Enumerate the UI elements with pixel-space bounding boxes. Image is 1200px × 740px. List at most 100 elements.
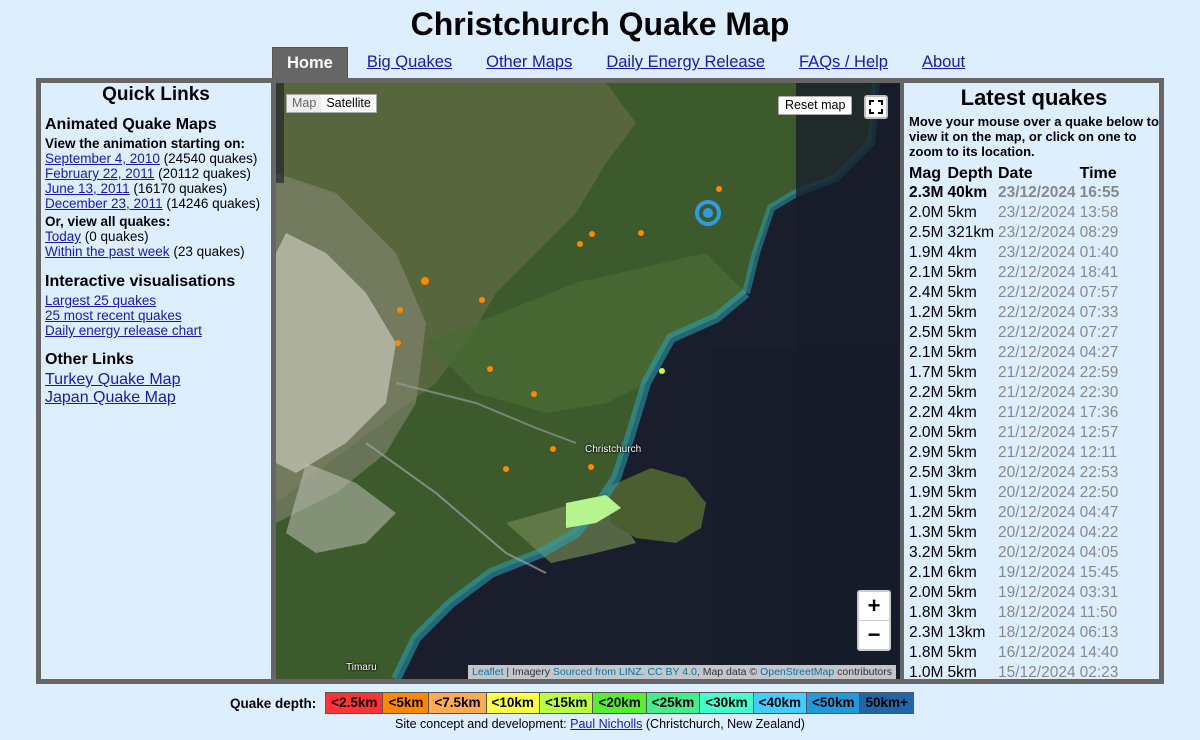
quake-depth: 5km (947, 344, 977, 361)
tab-faqs-help[interactable]: FAQs / Help (784, 47, 903, 79)
quake-row[interactable]: 2.0M 5km 21/12/2024 12:57 (909, 423, 1123, 443)
animation-link-jun-2011[interactable]: June 13, 2011 (45, 181, 130, 196)
zoom-out-button[interactable]: − (859, 621, 889, 649)
quake-date: 23/12/2024 (998, 204, 1076, 221)
quake-date: 23/12/2024 (998, 184, 1076, 201)
quake-depth: 3km (947, 464, 977, 481)
tab-home[interactable]: Home (272, 47, 348, 79)
tab-daily-energy-release[interactable]: Daily Energy Release (591, 47, 780, 79)
quake-mag: 2.2M (909, 404, 944, 421)
quake-time: 07:27 (1079, 324, 1119, 341)
quake-row[interactable]: 1.8M 5km 16/12/2024 14:40 (909, 643, 1123, 663)
quake-mag: 1.9M (909, 244, 944, 261)
quake-date: 21/12/2024 (998, 424, 1076, 441)
quake-row[interactable]: 1.8M 3km 18/12/2024 11:50 (909, 603, 1123, 623)
map-label-christchurch: Christchurch (585, 444, 642, 455)
quake-row[interactable]: 2.1M 5km 22/12/2024 18:41 (909, 263, 1123, 283)
quake-row[interactable]: 1.9M 5km 20/12/2024 22:50 (909, 483, 1123, 503)
quake-depth: 13km (947, 624, 986, 641)
osm-link[interactable]: OpenStreetMap (760, 666, 834, 678)
reset-map-button[interactable]: Reset map (778, 96, 853, 115)
quake-time: 06:13 (1079, 624, 1119, 641)
quake-map[interactable]: Christchurch Timaru Map Satellite Reset … (276, 83, 900, 679)
depth-swatch: <20km (592, 692, 647, 714)
quake-date: 20/12/2024 (998, 544, 1076, 561)
depth-swatch: <15km (538, 692, 594, 714)
quake-date: 22/12/2024 (998, 344, 1076, 361)
quake-row[interactable]: 1.2M 5km 20/12/2024 04:47 (909, 503, 1123, 523)
leaflet-link[interactable]: Leaflet (472, 666, 504, 678)
quake-depth: 5km (947, 584, 977, 601)
quake-time: 12:57 (1079, 424, 1119, 441)
view-today-link[interactable]: Today (45, 229, 81, 244)
map-type-satellite-button[interactable]: Satellite (321, 95, 375, 112)
site-footer: Site concept and development: Paul Nicho… (395, 717, 805, 731)
japan-map-link[interactable]: Japan Quake Map (45, 389, 176, 406)
quake-row[interactable]: 1.9M 4km 23/12/2024 01:40 (909, 243, 1123, 263)
quake-row[interactable]: 2.4M 5km 22/12/2024 07:57 (909, 283, 1123, 303)
quake-mag: 1.2M (909, 304, 944, 321)
quake-row[interactable]: 2.1M 5km 22/12/2024 04:27 (909, 343, 1123, 363)
animation-link-feb-2011[interactable]: February 22, 2011 (45, 166, 154, 181)
quake-time: 16:55 (1079, 184, 1120, 201)
quake-count: (24540 quakes) (163, 151, 258, 166)
quake-row[interactable]: 2.2M 5km 21/12/2024 22:30 (909, 383, 1123, 403)
author-link[interactable]: Paul Nicholls (570, 717, 642, 731)
latest-quakes-heading: Latest quakes (960, 85, 1108, 110)
quake-depth: 5km (947, 384, 977, 401)
quake-depth: 5km (947, 544, 977, 561)
quake-count: (16170 quakes) (133, 181, 228, 196)
fullscreen-icon[interactable] (864, 95, 888, 119)
linz-link[interactable]: Sourced from LINZ. CC BY 4.0 (553, 666, 697, 678)
tab-about[interactable]: About (907, 47, 980, 79)
quake-row[interactable]: 2.3M 40km 23/12/2024 16:55 (909, 183, 1123, 203)
quake-row[interactable]: 2.5M 3km 20/12/2024 22:53 (909, 463, 1123, 483)
quake-row[interactable]: 2.3M 13km 18/12/2024 06:13 (909, 623, 1123, 643)
quake-count: (23 quakes) (173, 244, 245, 259)
largest-25-link[interactable]: Largest 25 quakes (45, 293, 156, 308)
quake-time: 22:50 (1079, 484, 1119, 501)
depth-swatch: 50km+ (859, 692, 914, 714)
quake-date: 20/12/2024 (998, 464, 1076, 481)
other-links-heading: Other Links (45, 351, 134, 368)
quake-row[interactable]: 2.0M 5km 23/12/2024 13:58 (909, 203, 1123, 223)
quake-mag: 2.0M (909, 424, 944, 441)
quake-depth: 5km (947, 304, 977, 321)
tab-big-quakes[interactable]: Big Quakes (352, 47, 467, 79)
quake-mag: 1.7M (909, 364, 944, 381)
animation-link-dec-2011[interactable]: December 23, 2011 (45, 196, 163, 211)
animation-link-sep-2010[interactable]: September 4, 2010 (45, 151, 160, 166)
quake-mag: 1.9M (909, 484, 944, 501)
quake-row[interactable]: 2.5M 321km 23/12/2024 08:29 (909, 223, 1123, 243)
quake-row[interactable]: 2.1M 6km 19/12/2024 15:45 (909, 563, 1123, 583)
visualisations-heading: Interactive visualisations (45, 273, 236, 290)
quake-row[interactable]: 1.2M 5km 22/12/2024 07:33 (909, 303, 1123, 323)
animation-item: February 22, 2011 (20112 quakes) (45, 166, 267, 181)
quake-row[interactable]: 1.0M 5km 15/12/2024 02:23 (909, 663, 1123, 679)
view-past-week-link[interactable]: Within the past week (45, 244, 170, 259)
quake-row[interactable]: 3.2M 5km 20/12/2024 04:05 (909, 543, 1123, 563)
quake-row[interactable]: 2.5M 5km 22/12/2024 07:27 (909, 323, 1123, 343)
map-type-map-button[interactable]: Map (287, 95, 322, 112)
quake-depth: 5km (947, 644, 977, 661)
latest-quakes-intro: Move your mouse over a quake below to vi… (909, 114, 1159, 159)
quake-time: 08:29 (1079, 224, 1119, 241)
quake-date: 22/12/2024 (998, 284, 1076, 301)
energy-chart-link[interactable]: Daily energy release chart (45, 323, 202, 338)
recent-25-link[interactable]: 25 most recent quakes (45, 308, 182, 323)
animation-item: September 4, 2010 (24540 quakes) (45, 151, 267, 166)
quake-row[interactable]: 2.2M 4km 21/12/2024 17:36 (909, 403, 1123, 423)
turkey-map-link[interactable]: Turkey Quake Map (45, 371, 180, 388)
view-all-item: Within the past week (23 quakes) (45, 244, 267, 259)
col-depth: Depth (947, 164, 993, 182)
quake-row[interactable]: 1.3M 5km 20/12/2024 04:22 (909, 523, 1123, 543)
quake-mag: 2.1M (909, 564, 944, 581)
quake-row[interactable]: 2.9M 5km 21/12/2024 12:11 (909, 443, 1123, 463)
zoom-in-button[interactable]: + (859, 592, 889, 621)
col-time: Time (1079, 164, 1117, 182)
tab-other-maps[interactable]: Other Maps (471, 47, 587, 79)
quake-time: 12:11 (1079, 444, 1118, 461)
quake-row[interactable]: 1.7M 5km 21/12/2024 22:59 (909, 363, 1123, 383)
quake-count: (14246 quakes) (166, 196, 261, 211)
quake-row[interactable]: 2.0M 5km 19/12/2024 03:31 (909, 583, 1123, 603)
